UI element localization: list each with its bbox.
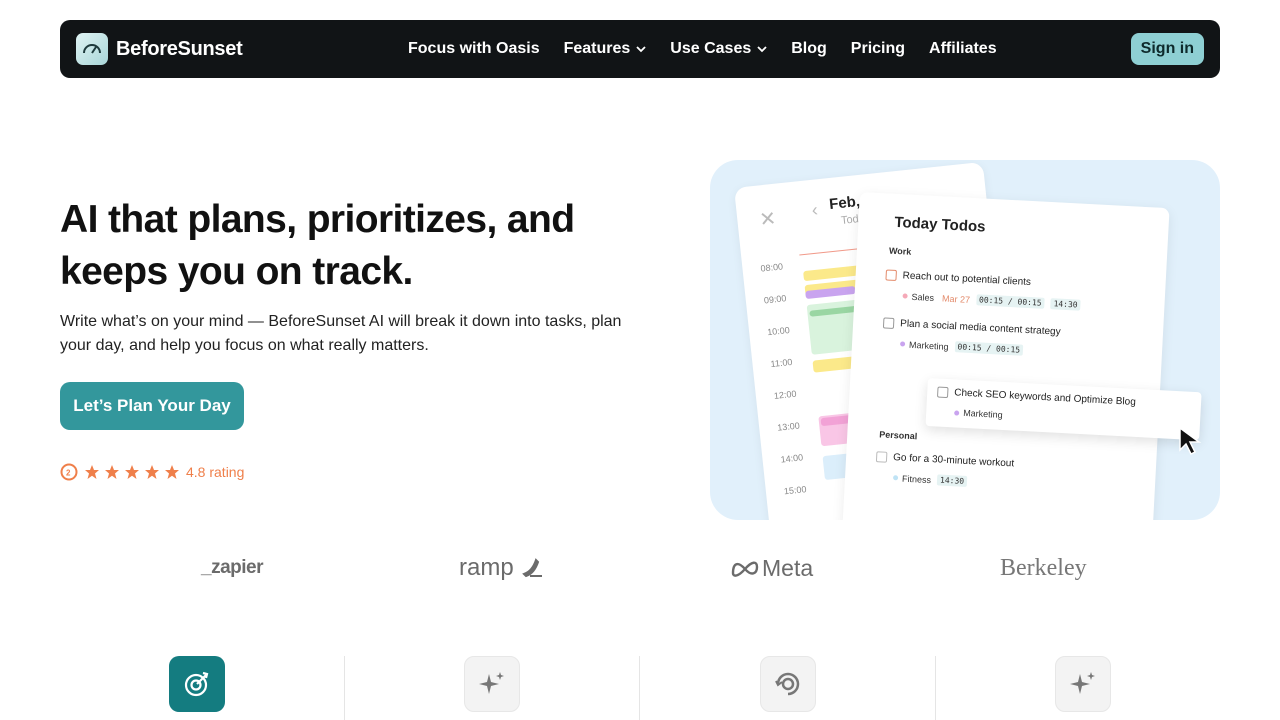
- feature-tab-ai[interactable]: [464, 656, 520, 712]
- customer-logos: _zapier ramp Meta Berkeley: [0, 548, 1280, 588]
- feature-divider: [935, 656, 936, 720]
- meta-logo: Meta: [730, 548, 813, 588]
- tag-dot: [902, 293, 908, 299]
- nav-link-label: Features: [563, 40, 631, 57]
- brand-logo[interactable]: BeforeSunset: [76, 33, 243, 65]
- tag-dot: [892, 475, 899, 481]
- task-meta: Marketing 00:15 / 00:15: [899, 338, 1024, 356]
- timer-label: 00:15 / 00:15: [954, 341, 1024, 356]
- task-meta: Sales Mar 27 00:15 / 00:15 14:30: [902, 290, 1081, 311]
- app-preview-illustration: ✕ ‹ Feb, 23 Today 08:00 09:00 10:00 11:0…: [710, 160, 1220, 520]
- nav-link-use-cases[interactable]: Use Cases: [670, 40, 767, 58]
- brand-name: BeforeSunset: [116, 37, 243, 60]
- task-checkbox[interactable]: [875, 451, 888, 463]
- time-label: 08:00: [760, 261, 784, 274]
- meta-infinity-icon: [731, 561, 759, 577]
- sparkles-icon: [479, 672, 504, 694]
- task-item[interactable]: Go for a 30-minute workout: [875, 451, 1015, 470]
- star-icon: [125, 465, 139, 479]
- time-label: 09:00: [763, 293, 787, 306]
- section-label: Work: [888, 245, 912, 257]
- star-icon: [105, 465, 119, 479]
- task-text: Go for a 30-minute workout: [892, 452, 1015, 470]
- nav-link-label: Blog: [791, 40, 827, 57]
- task-text: Check SEO keywords and Optimize Blog: [953, 387, 1137, 408]
- features-row: [50, 656, 1230, 720]
- tag-dot: [899, 341, 906, 347]
- task-meta: Marketing: [954, 407, 1003, 420]
- time-label: 14:30: [936, 474, 968, 487]
- nav-links: Focus with Oasis Features Use Cases Blog…: [408, 20, 1021, 78]
- hero-subtitle: Write what’s on your mind — BeforeSunset…: [60, 313, 622, 354]
- top-navbar: BeforeSunset Focus with Oasis Features U…: [60, 20, 1220, 78]
- rating-row: 2 4.8 rating: [60, 463, 244, 481]
- task-meta: Fitness 14:30: [892, 472, 968, 487]
- time-label: 10:00: [766, 324, 791, 338]
- task-item[interactable]: Check SEO keywords and Optimize Blog: [936, 386, 1137, 408]
- ramp-wordmark: ramp: [459, 554, 514, 581]
- time-label: 14:00: [780, 452, 804, 465]
- section-label: Personal: [879, 429, 918, 442]
- feature-divider: [344, 656, 345, 720]
- plan-your-day-button[interactable]: Let’s Plan Your Day: [60, 382, 244, 430]
- close-icon: ✕: [758, 207, 778, 232]
- time-label: 11:00: [770, 356, 793, 370]
- chevron-left-icon: ‹: [810, 199, 819, 220]
- time-label: 14:30: [1050, 298, 1081, 311]
- nav-link-label: Focus with Oasis: [408, 40, 540, 57]
- nav-link-label: Pricing: [850, 40, 906, 57]
- nav-link-label: Use Cases: [670, 40, 752, 57]
- berkeley-logo: Berkeley: [1000, 554, 1087, 581]
- ramp-mark-icon: [521, 558, 542, 578]
- feature-tab-goals[interactable]: [169, 656, 225, 712]
- tag-label: Marketing: [908, 339, 949, 352]
- chevron-down-icon: [636, 46, 646, 53]
- task-checkbox[interactable]: [882, 317, 895, 329]
- tag-label: Sales: [911, 291, 935, 303]
- hero-title: AI that plans, prioritizes, and keeps yo…: [60, 198, 575, 293]
- sparkles-icon: [1070, 672, 1095, 694]
- feature-divider: [639, 656, 640, 720]
- time-label: 15:00: [783, 484, 807, 497]
- star-icon: [145, 465, 159, 479]
- todos-title: Today Todos: [894, 213, 986, 236]
- nav-link-pricing[interactable]: Pricing: [851, 40, 905, 58]
- today-todos-card: Today Todos Work Reach out to potential …: [841, 192, 1170, 520]
- task-item[interactable]: Plan a social media content strategy: [882, 317, 1061, 338]
- task-item[interactable]: Reach out to potential clients: [885, 269, 1031, 288]
- nav-link-blog[interactable]: Blog: [791, 40, 827, 58]
- chevron-down-icon: [757, 46, 767, 53]
- star-icon: [85, 465, 99, 479]
- timer-label: 00:15 / 00:15: [975, 294, 1045, 309]
- ramp-logo: ramp: [459, 548, 544, 588]
- rating-text: 4.8 rating: [186, 464, 245, 480]
- time-label: 13:00: [776, 420, 801, 433]
- mouse-cursor-icon: [1179, 426, 1202, 456]
- tag-dot: [954, 409, 960, 416]
- date-label: Mar 27: [941, 292, 971, 305]
- nav-link-affiliates[interactable]: Affiliates: [929, 40, 997, 58]
- tag-label: Marketing: [962, 407, 1003, 420]
- svg-text:2: 2: [66, 469, 71, 478]
- meta-wordmark: Meta: [762, 554, 814, 581]
- time-label: 12:00: [773, 388, 797, 401]
- zapier-logo: _zapier: [201, 557, 263, 578]
- star-icon: [165, 465, 179, 479]
- tag-label: Fitness: [901, 473, 932, 485]
- nav-link-features[interactable]: Features: [564, 40, 647, 58]
- nav-link-focus-with-oasis[interactable]: Focus with Oasis: [408, 40, 540, 58]
- target-icon: [184, 671, 209, 697]
- task-text: Plan a social media content strategy: [899, 318, 1061, 338]
- feature-tab-focus[interactable]: [760, 656, 816, 712]
- feature-tab-ai-2[interactable]: [1055, 656, 1111, 712]
- g2-logo-icon: 2: [60, 463, 78, 481]
- gauge-logo-icon: [76, 33, 108, 65]
- nav-link-label: Affiliates: [929, 40, 997, 57]
- focus-ring-icon: [775, 672, 800, 696]
- task-text: Reach out to potential clients: [902, 270, 1032, 289]
- task-checkbox[interactable]: [936, 386, 949, 399]
- task-checkbox[interactable]: [885, 269, 897, 282]
- sign-in-button[interactable]: Sign in: [1130, 33, 1204, 65]
